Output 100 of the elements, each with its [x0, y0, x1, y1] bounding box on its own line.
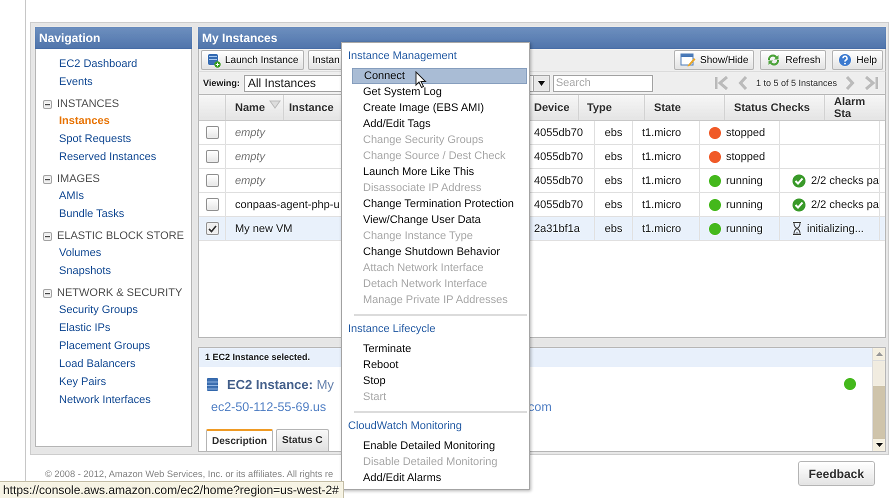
menu-item[interactable]: Enable Detailed Monitoring	[352, 438, 527, 454]
row-checkbox[interactable]	[206, 222, 218, 235]
table-cell: initializing...	[807, 222, 864, 234]
row-checkbox[interactable]	[206, 150, 218, 163]
column-header[interactable]: Type	[587, 102, 612, 114]
scrollbar[interactable]	[872, 348, 885, 451]
table-cell: stopped	[726, 150, 766, 162]
column-header[interactable]: State	[654, 102, 681, 114]
tab[interactable]: Description	[206, 429, 274, 451]
nav-link[interactable]: Placement Groups	[36, 337, 150, 355]
refresh-icon	[766, 53, 782, 67]
table-cell: 4055db70	[534, 198, 583, 210]
table-cell: 2/2 checks pa	[811, 174, 879, 186]
column-header[interactable]: Alarm Sta	[834, 96, 879, 120]
collapse-icon[interactable]	[43, 288, 52, 298]
row-checkbox[interactable]	[206, 198, 218, 211]
menu-item[interactable]: Create Image (EBS AMI)	[352, 100, 527, 116]
menu-item[interactable]: Add/Edit Alarms	[352, 470, 527, 486]
column-header[interactable]: Status Checks	[734, 102, 810, 114]
nav-link[interactable]: Network Interfaces	[36, 391, 151, 409]
status-url: https://console.aws.amazon.com/ec2/home?region=us-west-2#	[0, 481, 344, 498]
nav-link[interactable]: Key Pairs	[36, 373, 106, 391]
help-button[interactable]: Help	[832, 50, 883, 70]
table-cell: empty	[235, 174, 265, 186]
table-cell: ebs	[604, 198, 622, 210]
row-checkbox[interactable]	[206, 174, 218, 187]
table-cell: t1.micro	[642, 126, 682, 138]
table-cell: ebs	[604, 150, 622, 162]
host-name: ec2-50-112-55-69.us	[211, 400, 326, 414]
column-header[interactable]: Device	[534, 102, 570, 114]
viewing-label: Viewing:	[203, 78, 240, 88]
panel-title: Navigation	[35, 27, 192, 49]
menu-item[interactable]: Change Termination Protection	[352, 196, 527, 212]
menu-heading: CloudWatch Monitoring	[347, 419, 463, 434]
nav-link[interactable]: Volumes	[36, 244, 102, 262]
scroll-up-icon[interactable]	[876, 352, 882, 356]
nav-link[interactable]: Reserved Instances	[36, 148, 156, 166]
nav-link[interactable]: Load Balancers	[36, 355, 136, 373]
database-icon	[206, 376, 219, 392]
table-cell: ebs	[604, 174, 622, 186]
scroll-thumb[interactable]	[873, 360, 885, 386]
table-cell: 4055db70	[534, 126, 583, 138]
caret-icon	[538, 80, 545, 86]
feedback-button[interactable]: Feedback	[798, 461, 875, 486]
window-pencil-icon	[680, 53, 696, 67]
table-cell: t1.micro	[642, 150, 682, 162]
table-cell: 2a31bf1a	[534, 222, 580, 234]
table-cell: stopped	[726, 126, 766, 138]
copyright-text: © 2008 - 2012, Amazon Web Services, Inc. or its affiliates. All rights re	[45, 469, 334, 479]
scroll-down-icon[interactable]	[876, 443, 882, 447]
sort-icon[interactable]	[268, 100, 281, 109]
tab[interactable]: Status C	[276, 429, 329, 451]
column-header[interactable]: Instance	[289, 102, 334, 114]
collapse-icon[interactable]	[43, 232, 52, 240]
check-icon	[792, 198, 806, 212]
table-cell: running	[726, 222, 763, 234]
section-heading: IMAGES	[57, 173, 100, 185]
table-cell: empty	[235, 126, 265, 138]
table-cell: t1.micro	[642, 198, 682, 210]
column-header[interactable]: Name	[235, 102, 265, 114]
cursor-icon	[415, 71, 427, 89]
help-icon	[838, 53, 852, 67]
menu-item[interactable]: Get System Log	[352, 84, 527, 100]
status-dot	[844, 378, 856, 390]
collapse-icon[interactable]	[43, 174, 52, 184]
launch-button[interactable]: Launch Instance	[201, 50, 304, 70]
previous-page-icon[interactable]	[738, 76, 748, 90]
show-hide-button[interactable]: Show/Hide	[674, 50, 754, 70]
table-cell: My new VM	[235, 222, 292, 234]
table-cell: 4055db70	[534, 174, 583, 186]
nav-link[interactable]: AMIs	[36, 187, 84, 205]
collapse-icon[interactable]	[43, 100, 52, 108]
hourglass-icon	[792, 222, 802, 235]
check-icon	[792, 174, 806, 188]
instance-title: EC2 Instance: My	[227, 376, 334, 392]
nav-link[interactable]: Elastic IPs	[36, 319, 110, 337]
nav-link[interactable]: Events	[36, 73, 93, 91]
next-page-icon[interactable]	[845, 76, 855, 90]
table-cell: empty	[235, 150, 265, 162]
table-cell: conpaas-agent-php-u	[235, 198, 340, 210]
panel-title: My Instances	[198, 27, 886, 49]
menu-item[interactable]: Change Shutdown Behavior	[352, 244, 527, 260]
first-page-icon[interactable]	[714, 76, 730, 90]
menu-item[interactable]: Stop	[352, 373, 527, 389]
last-page-icon[interactable]	[863, 76, 879, 90]
nav-link[interactable]: EC2 Dashboard	[36, 55, 138, 73]
menu-item[interactable]: Connect	[352, 68, 527, 84]
nav-link[interactable]: Security Groups	[36, 301, 138, 319]
nav-link[interactable]: Snapshots	[36, 262, 111, 280]
table-cell: ebs	[604, 126, 622, 138]
section-heading: INSTANCES	[57, 98, 120, 110]
nav-link[interactable]: Spot Requests	[36, 130, 132, 148]
nav-link[interactable]: Bundle Tasks	[36, 205, 124, 223]
section-heading: NETWORK & SECURITY	[57, 287, 182, 299]
table-cell: 4055db70	[534, 150, 583, 162]
search-field[interactable]: Search	[552, 74, 653, 92]
row-checkbox[interactable]	[206, 126, 218, 139]
refresh-button[interactable]: Refresh	[760, 50, 826, 70]
table-cell: t1.micro	[642, 174, 682, 186]
table-cell: running	[726, 198, 763, 210]
